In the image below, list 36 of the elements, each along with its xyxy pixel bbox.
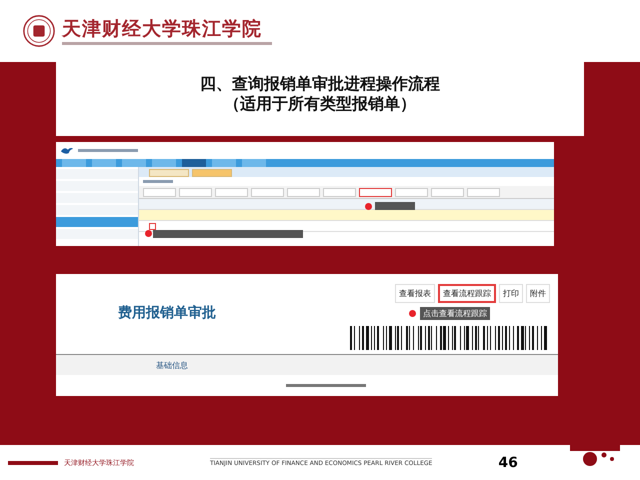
toolbar-button[interactable]: 查看报表 [395, 284, 435, 303]
nav-tab[interactable] [92, 159, 116, 167]
blurred-text [78, 149, 138, 152]
form-heading: 费用报销单审批 [118, 304, 216, 323]
seal-icon [22, 14, 56, 48]
nav-tab[interactable] [182, 159, 206, 167]
slide-title: 四、查询报销单审批进程操作流程 [200, 74, 440, 94]
sidebar-item[interactable] [56, 169, 138, 179]
marker-dot-icon [409, 310, 416, 317]
toolbar-button[interactable]: 打印 [499, 284, 523, 303]
section-label: 基础信息 [156, 360, 188, 370]
blurred-text [143, 180, 173, 183]
nav-tab[interactable] [62, 159, 86, 167]
bird-logo-icon [60, 146, 74, 155]
page-number: 46 [498, 454, 518, 470]
collapse-icon[interactable] [149, 222, 156, 230]
tooltip: 点击查看流程跟踪 [420, 307, 490, 320]
nav-tab[interactable] [152, 159, 176, 167]
sidebar-item[interactable] [56, 205, 138, 215]
nav-tab[interactable] [242, 159, 266, 167]
tab[interactable] [192, 169, 232, 177]
toolbar-button[interactable]: 查看流程跟踪 [438, 284, 496, 303]
tooltip [375, 202, 415, 210]
sidebar-item[interactable] [56, 229, 138, 239]
sidebar-item[interactable] [56, 181, 138, 191]
sidebar-item[interactable] [56, 217, 138, 227]
tab[interactable] [149, 169, 189, 177]
slide-subtitle: （适用于所有类型报销单） [224, 94, 416, 114]
toolbar-button[interactable]: 附件 [526, 284, 550, 303]
school-name: 天津财经大学珠江学院 [62, 18, 263, 40]
toolbar-button[interactable] [359, 188, 392, 196]
nav-tab[interactable] [212, 159, 236, 167]
marker-dot-icon [145, 230, 152, 237]
nav-tab[interactable] [122, 159, 146, 167]
sidebar-item[interactable] [56, 193, 138, 203]
footer-bar [8, 460, 58, 464]
